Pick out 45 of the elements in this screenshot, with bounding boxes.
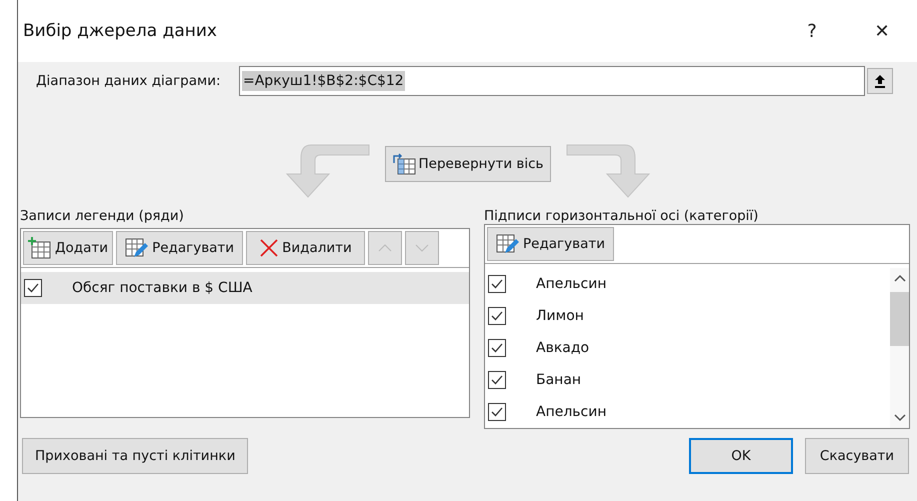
checkbox[interactable] <box>488 371 506 389</box>
check-mark-icon <box>490 373 504 387</box>
swap-axis-button[interactable]: Перевернути вісь <box>384 146 550 182</box>
add-button[interactable]: Додати <box>23 231 114 265</box>
section-title: Записи легенди (ряди) <box>20 208 185 226</box>
checkbox[interactable] <box>24 279 42 297</box>
check-mark-icon <box>26 281 40 295</box>
series-row[interactable]: Обсяг поставки в $ США <box>21 272 469 304</box>
check-mark-icon <box>490 405 504 419</box>
chevron-up-icon <box>378 244 392 252</box>
checkbox[interactable] <box>488 339 506 357</box>
chevron-up-icon[interactable] <box>894 274 906 282</box>
close-button[interactable]: ✕ <box>847 11 917 51</box>
check-mark-icon <box>490 277 504 291</box>
range-field[interactable]: =Аркуш1!$B$2:$C$12 <box>239 66 865 96</box>
upload-arrow-icon <box>874 74 886 88</box>
scrollbar[interactable] <box>890 268 909 428</box>
remove-button[interactable]: Видалити <box>246 231 365 265</box>
swap-table-icon <box>392 153 416 175</box>
category-row[interactable]: Лимон <box>485 300 890 332</box>
check-mark-icon <box>490 309 504 323</box>
table-pencil-icon <box>125 237 150 259</box>
help-button[interactable]: ? <box>777 11 847 51</box>
category-row[interactable]: Авкадо <box>485 332 890 364</box>
collapse-button[interactable] <box>867 68 893 94</box>
chevron-down-icon <box>414 244 429 252</box>
window-title: Вибір джерела даних <box>23 21 218 41</box>
field-label: Діапазон даних діаграми: <box>36 73 222 89</box>
edit-button[interactable]: Редагувати <box>487 227 614 261</box>
section-title: Підписи горизонтальної осі (категорії) <box>484 208 760 224</box>
category-row[interactable]: Банан <box>485 364 890 396</box>
check-mark-icon <box>490 341 504 355</box>
table-pencil-icon <box>496 233 520 255</box>
ok-button[interactable]: OK <box>689 438 793 474</box>
hidden-cells-button[interactable]: Приховані та пусті клітинки <box>22 438 248 474</box>
category-row[interactable]: Апельсин <box>485 396 890 428</box>
chevron-down-icon[interactable] <box>894 414 906 422</box>
checkbox[interactable] <box>488 403 506 421</box>
cross-icon <box>259 238 280 258</box>
checkbox[interactable] <box>488 275 506 293</box>
cancel-button[interactable]: Скасувати <box>805 438 909 474</box>
table-plus-icon <box>28 237 52 259</box>
checkbox[interactable] <box>488 307 506 325</box>
edit-button[interactable]: Редагувати <box>116 231 244 265</box>
category-row[interactable]: Апельсин <box>485 268 890 300</box>
